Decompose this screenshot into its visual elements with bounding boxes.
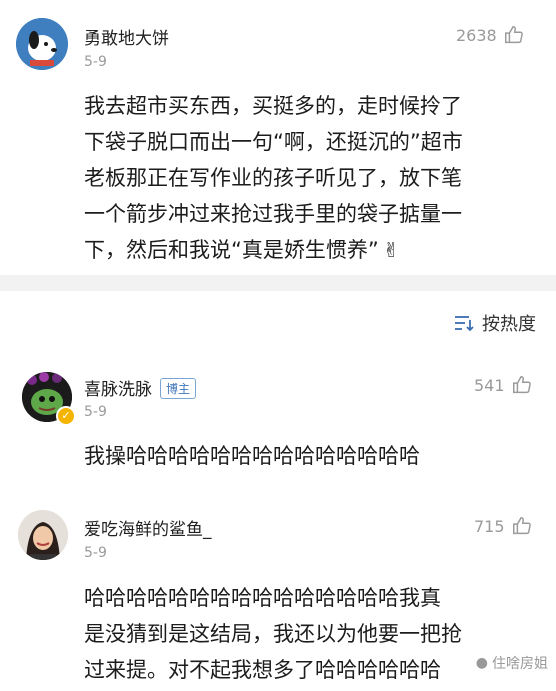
- watermark-text: 住啥房姐: [492, 656, 548, 672]
- avatar[interactable]: [16, 18, 68, 70]
- post-like-count: 2638: [456, 25, 497, 45]
- post-text-line: 下，然后和我说“真是娇生惯养”: [84, 238, 379, 262]
- post-text-line: 一个箭步冲过来抢过我手里的袋子掂量一: [84, 202, 462, 226]
- watermark: ● 住啥房姐: [476, 653, 548, 673]
- victory-hand-icon: ✌: [382, 238, 400, 262]
- thumb-up-icon: [512, 376, 531, 394]
- post-text-line: 老板那正在写作业的孩子听见了，放下笔: [84, 166, 462, 190]
- comment-text-line: 是没猜到是这结局，我还以为他要一把抢: [84, 622, 462, 646]
- comment-text-line: 哈哈哈哈哈哈哈哈哈哈哈哈哈哈哈我真: [84, 586, 441, 610]
- sort-by-hot-button[interactable]: 按热度: [454, 310, 536, 336]
- comment-date: 5-9: [84, 404, 107, 420]
- comment-author-name[interactable]: 爱吃海鲜的鲨鱼_: [84, 515, 212, 540]
- comment-body: 我操哈哈哈哈哈哈哈哈哈哈哈哈哈哈: [84, 438, 544, 474]
- comment-like-count: 715: [474, 516, 505, 536]
- thumb-up-icon: [504, 26, 523, 44]
- wechat-icon: ●: [475, 655, 488, 671]
- post-text-line: 下袋子脱口而出一句“啊，还挺沉的”超市: [84, 130, 463, 154]
- sort-label: 按热度: [482, 314, 536, 335]
- comment-like-button[interactable]: 541: [474, 374, 533, 396]
- post-date: 5-9: [84, 54, 107, 70]
- comment-like-button[interactable]: 715: [474, 515, 533, 537]
- post-text-line: 我去超市买东西，买挺多的，走时候拎了: [84, 94, 462, 118]
- section-divider: [0, 275, 556, 291]
- comment-date: 5-9: [84, 545, 107, 561]
- post-like-button[interactable]: 2638: [456, 24, 525, 46]
- post-author-name[interactable]: 勇敢地大饼: [84, 24, 169, 49]
- post-body: 我去超市买东西，买挺多的，走时候拎了 下袋子脱口而出一句“啊，还挺沉的”超市 老…: [84, 88, 544, 268]
- thumb-up-icon: [512, 517, 531, 535]
- verified-badge-icon: ✓: [56, 406, 76, 426]
- comment-author-text[interactable]: 喜脉洗脉: [84, 380, 152, 400]
- comment-author-name[interactable]: 喜脉洗脉 博主: [84, 375, 197, 400]
- avatar[interactable]: [18, 510, 68, 560]
- sort-icon: [455, 316, 474, 332]
- comment-like-count: 541: [474, 375, 505, 395]
- author-badge: 博主: [160, 378, 197, 399]
- comment-text-line: 我操哈哈哈哈哈哈哈哈哈哈哈哈哈哈: [84, 444, 420, 468]
